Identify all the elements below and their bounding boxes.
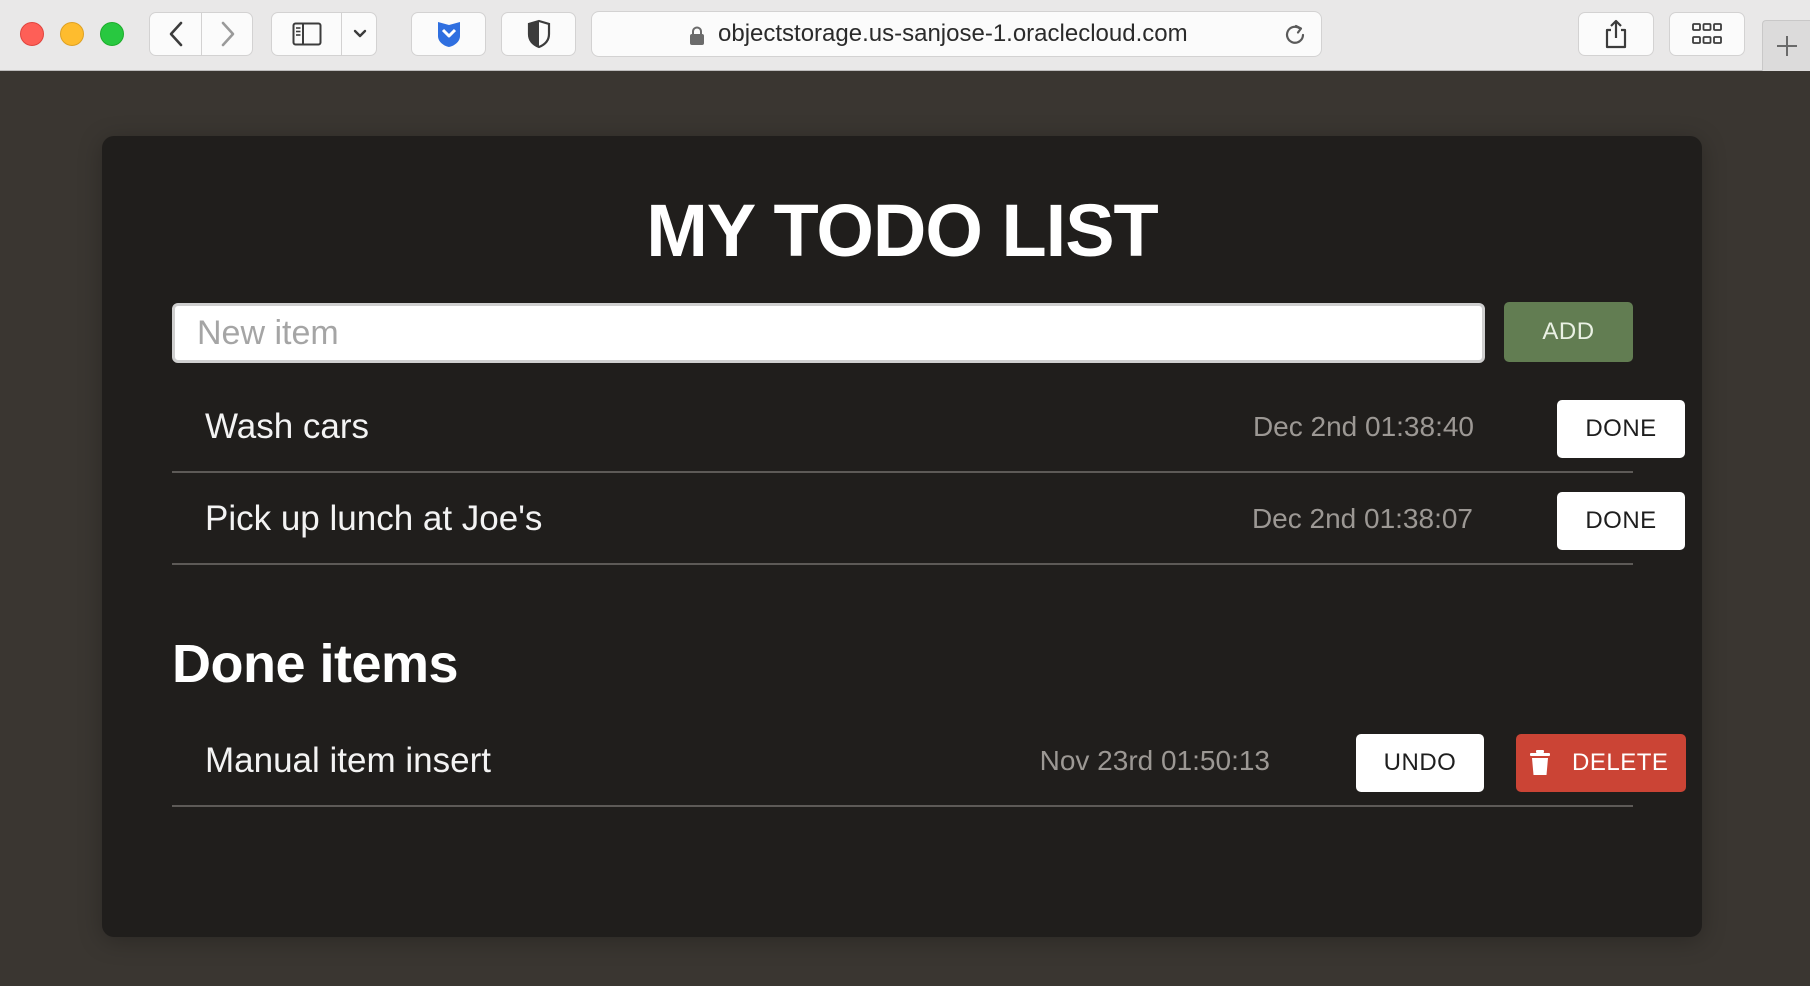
add-button[interactable]: ADD: [1504, 302, 1633, 362]
tab-overview-button[interactable]: [1669, 12, 1745, 56]
url-text: objectstorage.us-sanjose-1.oraclecloud.c…: [718, 20, 1188, 47]
sidebar-toggle-button[interactable]: [272, 13, 341, 55]
new-item-input[interactable]: [172, 303, 1485, 363]
done-item: Manual item insert Nov 23rd 01:50:13 UND…: [172, 715, 1686, 807]
done-items-heading: Done items: [172, 634, 459, 694]
todo-item-text: Wash cars: [205, 407, 370, 446]
back-forward-group: [149, 12, 253, 56]
share-icon: [1605, 19, 1627, 49]
chevron-down-icon: [353, 29, 367, 38]
reload-icon[interactable]: [1282, 22, 1308, 48]
extension-button[interactable]: [411, 12, 486, 56]
privacy-report-button[interactable]: [501, 12, 576, 56]
forward-button[interactable]: [202, 13, 253, 55]
minimize-window-button[interactable]: [60, 22, 84, 46]
delete-button[interactable]: DELETE: [1516, 734, 1686, 792]
done-button[interactable]: DONE: [1557, 400, 1685, 458]
address-bar[interactable]: objectstorage.us-sanjose-1.oraclecloud.c…: [591, 11, 1322, 57]
todo-item-text: Pick up lunch at Joe's: [205, 499, 543, 538]
privacy-shield-icon: [527, 19, 550, 49]
new-tab-button[interactable]: [1762, 20, 1810, 71]
zoom-window-button[interactable]: [100, 22, 124, 46]
trash-icon: [1530, 750, 1550, 775]
sidebar-icon: [292, 22, 321, 46]
done-item-timestamp: Nov 23rd 01:50:13: [1039, 745, 1270, 776]
back-button[interactable]: [150, 13, 201, 55]
todo-item-timestamp: Dec 2nd 01:38:40: [1252, 411, 1474, 442]
todo-item-timestamp: Dec 2nd 01:38:07: [1251, 503, 1473, 534]
sidebar-menu-button[interactable]: [342, 13, 378, 55]
todo-item: Pick up lunch at Joe's Dec 2nd 01:38:07 …: [172, 473, 1685, 565]
share-button[interactable]: [1578, 12, 1654, 56]
done-item-text: Manual item insert: [205, 741, 491, 780]
done-button[interactable]: DONE: [1557, 492, 1685, 550]
browser-toolbar: objectstorage.us-sanjose-1.oraclecloud.c…: [0, 0, 1810, 71]
delete-button-label: DELETE: [1572, 749, 1669, 776]
close-window-button[interactable]: [20, 22, 44, 46]
shield-extension-icon: [437, 22, 460, 47]
page-title: MY TODO LIST: [646, 189, 1159, 272]
sidebar-group: [271, 12, 377, 56]
todo-card: MY TODO LIST ADD Wash cars Dec 2nd 01:38…: [102, 136, 1702, 937]
grid-icon: [1692, 23, 1722, 44]
todo-item: Wash cars Dec 2nd 01:38:40 DONE: [172, 381, 1685, 473]
lock-icon: [690, 26, 704, 45]
chevron-right-icon: [221, 21, 234, 47]
chevron-left-icon: [169, 21, 182, 47]
undo-button[interactable]: UNDO: [1356, 734, 1484, 792]
plus-icon: [1776, 36, 1797, 56]
